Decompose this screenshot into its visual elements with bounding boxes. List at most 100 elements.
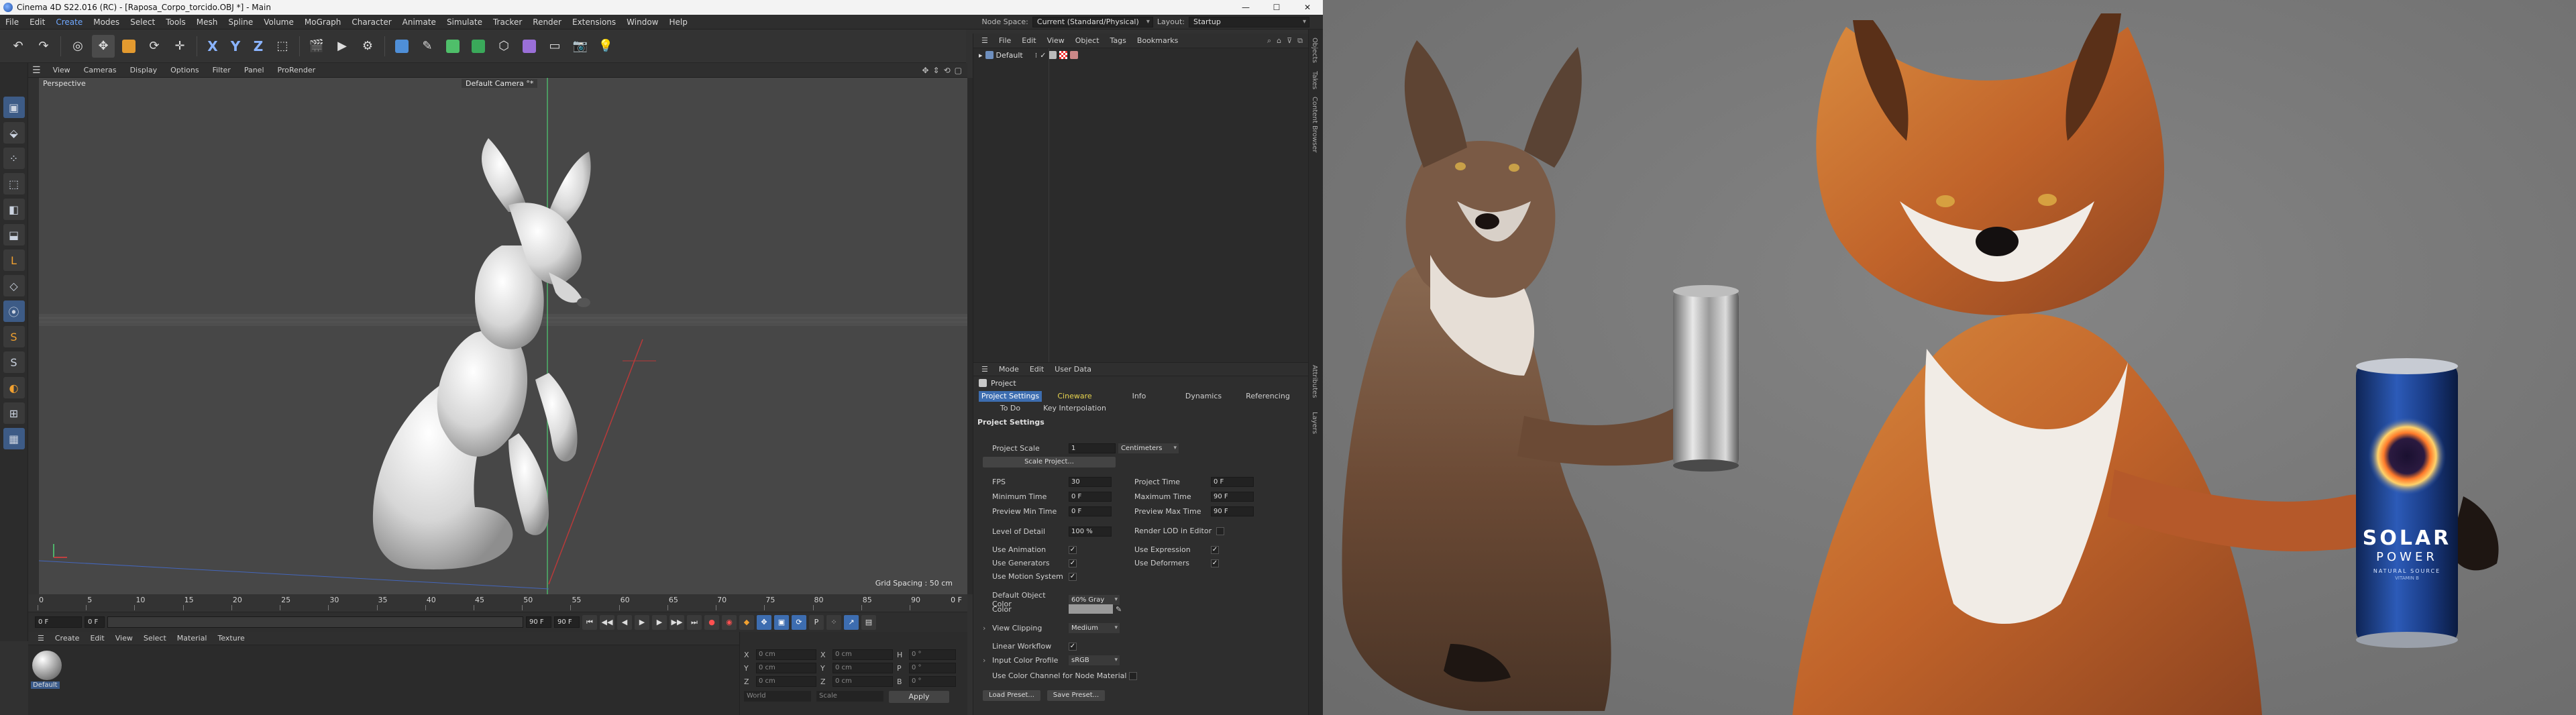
home-icon[interactable]: ⌂ — [1277, 36, 1281, 46]
expand-icon[interactable]: ▸ — [979, 51, 983, 60]
position-z-field[interactable]: 0 cm — [756, 676, 816, 687]
tab-project-settings[interactable]: Project Settings — [979, 391, 1042, 402]
render-lod-checkbox[interactable] — [1216, 527, 1224, 535]
preview-max-field[interactable]: 90 F — [1211, 506, 1254, 516]
linear-workflow-checkbox[interactable]: ✓ — [1069, 642, 1077, 651]
go-to-end-icon[interactable]: ⏭ — [687, 614, 702, 630]
save-preset-button[interactable]: Save Preset... — [1047, 690, 1105, 701]
menu-window[interactable]: Window — [621, 15, 663, 30]
tab-to-do[interactable]: To Do — [979, 403, 1042, 414]
menu-create[interactable]: Create — [50, 15, 88, 30]
max-time-field[interactable]: 90 F — [1211, 492, 1254, 502]
enabled-check-icon[interactable]: ✓ — [1040, 51, 1046, 60]
menu-render[interactable]: Render — [527, 15, 567, 30]
uv-mode-icon[interactable]: ⬓ — [3, 224, 25, 245]
tab-key-interpolation[interactable]: Key Interpolation — [1043, 403, 1106, 414]
model-mode-icon[interactable]: ▣ — [3, 97, 25, 118]
recent-tool-icon[interactable]: ✛ — [168, 35, 191, 58]
object-name[interactable]: Default — [996, 51, 1023, 60]
material-menu-texture[interactable]: Texture — [212, 634, 250, 643]
tab-info[interactable]: Info — [1108, 391, 1171, 402]
tab-cineware[interactable]: Cineware — [1043, 391, 1106, 402]
point-level-key-icon[interactable]: ⁘ — [826, 614, 841, 630]
tab-dynamics[interactable]: Dynamics — [1172, 391, 1235, 402]
hamburger-icon[interactable]: ☰ — [976, 365, 994, 374]
position-y-field[interactable]: 0 cm — [756, 663, 816, 673]
material-menu-create[interactable]: Create — [50, 634, 85, 643]
viewport-menu-display[interactable]: Display — [125, 66, 163, 74]
preview-range-slider[interactable] — [107, 616, 523, 628]
expand-icon[interactable]: › — [983, 624, 989, 632]
use-animation-checkbox[interactable]: ✓ — [1069, 545, 1077, 554]
material-tag-icon[interactable] — [1059, 51, 1068, 59]
project-scale-field[interactable]: 1 — [1069, 443, 1116, 453]
size-x-field[interactable]: 0 cm — [833, 649, 893, 660]
menu-animate[interactable]: Animate — [397, 15, 441, 30]
maximize-button[interactable]: ☐ — [1261, 0, 1292, 15]
viewport-menu-options[interactable]: Options — [165, 66, 204, 74]
record-active-objects-icon[interactable]: ● — [704, 614, 719, 630]
object-menu-edit[interactable]: Edit — [1016, 36, 1041, 45]
menu-extensions[interactable]: Extensions — [567, 15, 621, 30]
move-tool-icon[interactable]: ✥ — [92, 34, 115, 58]
solo-hierarchy-icon[interactable]: S — [3, 351, 25, 373]
input-color-dropdown[interactable]: sRGB — [1069, 655, 1120, 665]
array-generator-icon[interactable] — [467, 35, 490, 58]
object-row[interactable]: ▸ Default ⁝ ✓ — [973, 48, 1308, 62]
cube-primitive-icon[interactable] — [390, 35, 413, 58]
menu-modes[interactable]: Modes — [88, 15, 125, 30]
preview-min-field[interactable]: 0 F — [1069, 506, 1112, 516]
pan-icon[interactable]: ✥ — [922, 66, 928, 75]
use-generators-checkbox[interactable]: ✓ — [1069, 559, 1077, 567]
viewport-camera-label[interactable]: Default Camera °* — [462, 79, 538, 88]
bend-deformer-icon[interactable] — [518, 35, 541, 58]
next-key-icon[interactable]: ▶▶ — [669, 614, 684, 630]
attr-menu-mode[interactable]: Mode — [994, 365, 1024, 374]
end-frame-field[interactable]: 90 F — [526, 616, 551, 628]
texture-mode-icon[interactable]: ⬙ — [3, 122, 25, 144]
parameter-key-icon[interactable]: P — [809, 614, 824, 630]
points-mode-icon[interactable]: ⁘ — [3, 148, 25, 169]
position-x-field[interactable]: 0 cm — [756, 649, 816, 660]
scale-key-icon[interactable]: ▣ — [774, 614, 789, 630]
preview-end-field[interactable]: 90 F — [554, 616, 580, 628]
z-axis-lock-icon[interactable]: Z — [248, 35, 268, 58]
keyframe-selection-icon[interactable]: ◆ — [739, 614, 754, 630]
menu-mograph[interactable]: MoGraph — [299, 15, 347, 30]
undo-icon[interactable]: ↶ — [7, 35, 30, 58]
use-deformers-checkbox[interactable]: ✓ — [1211, 559, 1219, 567]
menu-file[interactable]: File — [0, 15, 24, 30]
material-preview-sphere[interactable] — [32, 651, 62, 680]
y-axis-lock-icon[interactable]: Y — [225, 35, 246, 58]
current-frame-field[interactable]: 0 F — [85, 616, 105, 628]
coordinate-system-icon[interactable]: ⬚ — [271, 35, 294, 58]
search-icon[interactable]: ⌕ — [1267, 36, 1271, 46]
material-menu-select[interactable]: Select — [138, 634, 172, 643]
menu-tracker[interactable]: Tracker — [488, 15, 527, 30]
locked-workplane-icon[interactable]: ⊞ — [3, 402, 25, 424]
x-axis-lock-icon[interactable]: X — [203, 35, 223, 58]
color-swatch[interactable] — [1069, 604, 1113, 614]
cloner-icon[interactable]: ⬡ — [492, 35, 515, 58]
redo-icon[interactable]: ↷ — [32, 35, 55, 58]
previous-frame-icon[interactable]: ◀ — [617, 614, 632, 630]
viewport-menu-filter[interactable]: Filter — [207, 66, 236, 74]
rotate-tool-icon[interactable]: ⟳ — [143, 35, 166, 58]
pen-spline-icon[interactable]: ✎ — [416, 35, 439, 58]
menu-edit[interactable]: Edit — [24, 15, 50, 30]
hamburger-icon[interactable]: ☰ — [976, 36, 994, 45]
menu-help[interactable]: Help — [664, 15, 693, 30]
axis-mode-icon[interactable]: L — [3, 250, 25, 271]
view-clipping-dropdown[interactable]: Medium — [1069, 623, 1120, 633]
play-icon[interactable]: ▶ — [635, 614, 649, 630]
coordinate-space-dropdown[interactable]: World — [744, 691, 811, 702]
menu-select[interactable]: Select — [125, 15, 160, 30]
orbit-icon[interactable]: ⟲ — [944, 66, 951, 75]
scale-tool-icon[interactable] — [117, 35, 140, 58]
render-picture-viewer-icon[interactable]: ▶ — [331, 35, 354, 58]
scale-project-button[interactable]: Scale Project... — [983, 457, 1116, 468]
rotation-p-field[interactable]: 0 ° — [909, 663, 956, 673]
snap-icon[interactable]: ⦿ — [3, 300, 25, 322]
hamburger-icon[interactable]: ☰ — [32, 634, 50, 643]
menu-volume[interactable]: Volume — [258, 15, 299, 30]
